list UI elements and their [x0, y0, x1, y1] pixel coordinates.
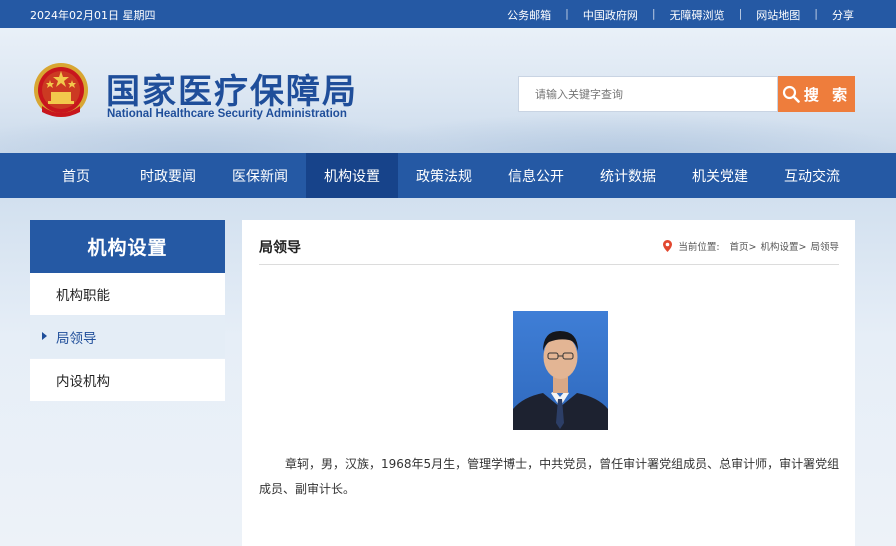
breadcrumb: 当前位置: 首页> 机构设置> 局领导	[663, 239, 839, 253]
search-input[interactable]	[518, 76, 778, 112]
leader-biography: 章轲，男，汉族，1968年5月生，管理学博士，中共党员，曾任审计署党组成员、总审…	[259, 457, 840, 496]
site-title-cn: 国家医疗保障局	[106, 72, 358, 112]
sidebar-item-leadership[interactable]: 局领导	[30, 316, 225, 358]
separator: |	[814, 7, 818, 20]
arrow-right-icon	[42, 332, 47, 340]
top-link-accessibility[interactable]: 无障碍浏览	[670, 7, 725, 23]
sidebar-item-label: 内设机构	[56, 374, 110, 390]
breadcrumb-organization[interactable]: 机构设置>	[761, 239, 807, 253]
site-header: 国家医疗保障局 National Healthcare Security Adm…	[0, 28, 896, 153]
nav-item-home[interactable]: 首页	[30, 153, 122, 198]
nav-item-policy[interactable]: 政策法规	[398, 153, 490, 198]
title-divider	[259, 264, 839, 265]
nav-item-statistics[interactable]: 统计数据	[582, 153, 674, 198]
search-button[interactable]: 搜 索	[778, 76, 855, 112]
site-title-en: National Healthcare Security Administrat…	[107, 108, 347, 120]
nav-item-party[interactable]: 机关党建	[674, 153, 766, 198]
top-bar: 2024年02月01日 星期四 公务邮箱 | 中国政府网 | 无障碍浏览 | 网…	[0, 0, 896, 28]
top-link-mail[interactable]: 公务邮箱	[507, 7, 551, 23]
top-link-sitemap[interactable]: 网站地图	[756, 7, 800, 23]
nav-item-news[interactable]: 时政要闻	[122, 153, 214, 198]
content-panel: 局领导 当前位置: 首页> 机构设置> 局领导 章轲，男，汉族，1968年5月生…	[242, 220, 855, 546]
sidebar-item-departments[interactable]: 内设机构	[30, 359, 225, 401]
top-link-gov[interactable]: 中国政府网	[583, 7, 638, 23]
sidebar-item-functions[interactable]: 机构职能	[30, 273, 225, 315]
sidebar-item-label: 机构职能	[56, 288, 110, 304]
separator: |	[738, 7, 743, 20]
nav-item-organization[interactable]: 机构设置	[306, 153, 398, 198]
breadcrumb-current: 局领导	[810, 242, 839, 253]
location-pin-icon	[663, 240, 673, 252]
search-icon	[782, 85, 800, 103]
main-nav: 首页 时政要闻 医保新闻 机构设置 政策法规 信息公开 统计数据 机关党建 互动…	[0, 153, 896, 198]
sidebar-item-label: 局领导	[56, 331, 97, 347]
nav-item-disclosure[interactable]: 信息公开	[490, 153, 582, 198]
sidebar-title: 机构设置	[30, 220, 225, 273]
breadcrumb-home[interactable]: 首页>	[730, 239, 757, 253]
separator: |	[651, 7, 656, 20]
official-portrait	[513, 311, 608, 430]
top-links: 公务邮箱 | 中国政府网 | 无障碍浏览 | 网站地图 | 分享	[507, 7, 854, 23]
separator: |	[565, 7, 569, 20]
page-title: 局领导	[259, 240, 301, 256]
top-link-share[interactable]: 分享	[832, 7, 854, 23]
nav-item-healthcare-news[interactable]: 医保新闻	[214, 153, 306, 198]
current-date: 2024年02月01日 星期四	[30, 9, 156, 22]
breadcrumb-prefix: 当前位置:	[678, 242, 720, 253]
search-button-label: 搜 索	[803, 85, 852, 104]
nav-item-interaction[interactable]: 互动交流	[766, 153, 858, 198]
national-emblem-icon[interactable]	[30, 60, 92, 122]
